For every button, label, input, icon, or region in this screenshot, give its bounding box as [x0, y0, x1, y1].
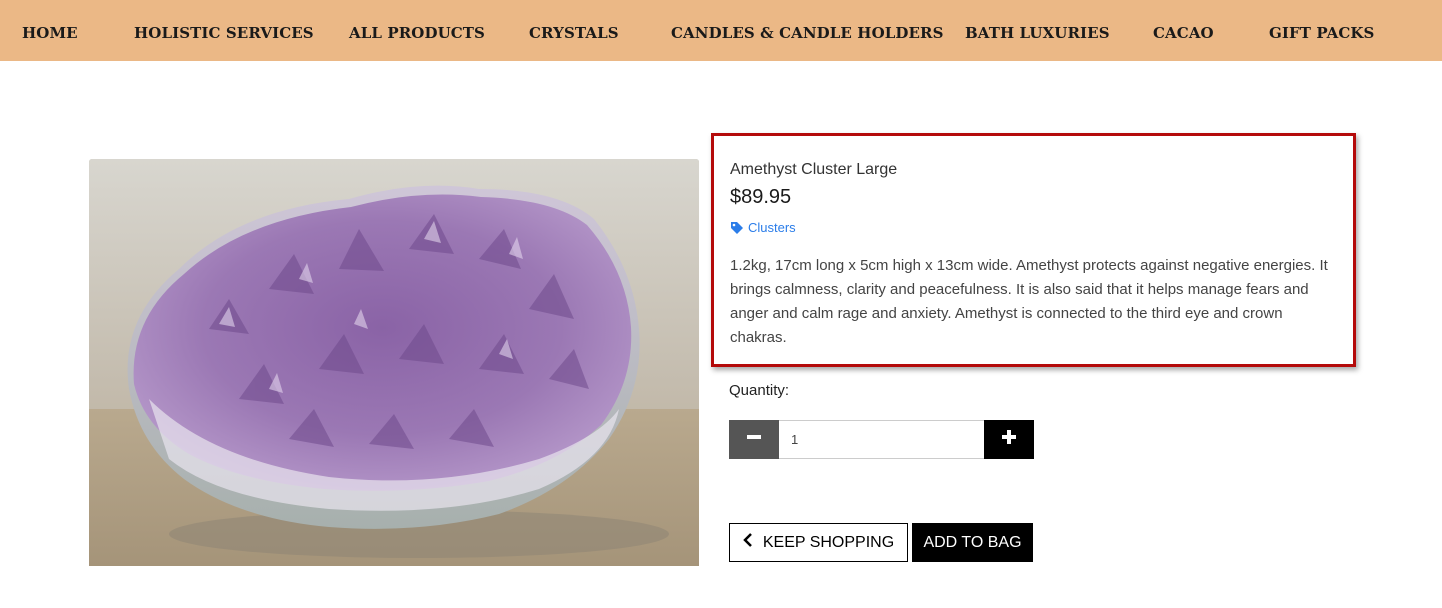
nav-item-holistic-services[interactable]: HOLISTIC SERVICES	[134, 0, 314, 61]
plus-icon	[1002, 430, 1016, 449]
product-name: Amethyst Cluster Large	[730, 161, 898, 178]
product-image	[89, 159, 699, 566]
quantity-stepper	[729, 420, 1034, 459]
increase-quantity-button[interactable]	[984, 420, 1034, 459]
nav-item-home[interactable]: HOME	[22, 0, 78, 61]
nav-item-crystals[interactable]: CRYSTALS	[529, 0, 619, 61]
nav-item-gift-packs[interactable]: GIFT PACKS	[1269, 0, 1375, 61]
nav-item-all-products[interactable]: ALL PRODUCTS	[349, 0, 485, 61]
add-to-bag-button[interactable]: ADD TO BAG	[912, 523, 1033, 562]
top-navigation: HOME HOLISTIC SERVICES ALL PRODUCTS CRYS…	[0, 0, 1442, 61]
quantity-input[interactable]	[779, 420, 984, 459]
keep-shopping-label: KEEP SHOPPING	[762, 533, 895, 551]
decrease-quantity-button[interactable]	[729, 420, 779, 459]
tag-icon	[730, 221, 744, 235]
product-price: $89.95	[730, 186, 792, 208]
category-label: Clusters	[748, 220, 796, 235]
category-link[interactable]: Clusters	[730, 220, 796, 235]
nav-item-candles[interactable]: CANDLES & CANDLE HOLDERS	[671, 0, 944, 61]
quantity-label: Quantity:	[729, 382, 790, 399]
amethyst-cluster-photo	[89, 159, 699, 566]
keep-shopping-button[interactable]: KEEP SHOPPING	[729, 523, 908, 562]
product-details-panel: Amethyst Cluster Large $89.95 Clusters 1…	[711, 133, 1356, 367]
minus-icon	[747, 430, 761, 449]
nav-item-bath-luxuries[interactable]: BATH LUXURIES	[965, 0, 1110, 61]
chevron-left-icon	[743, 533, 753, 552]
nav-item-cacao[interactable]: CACAO	[1153, 0, 1214, 61]
product-description: 1.2kg, 17cm long x 5cm high x 13cm wide.…	[730, 257, 1328, 346]
